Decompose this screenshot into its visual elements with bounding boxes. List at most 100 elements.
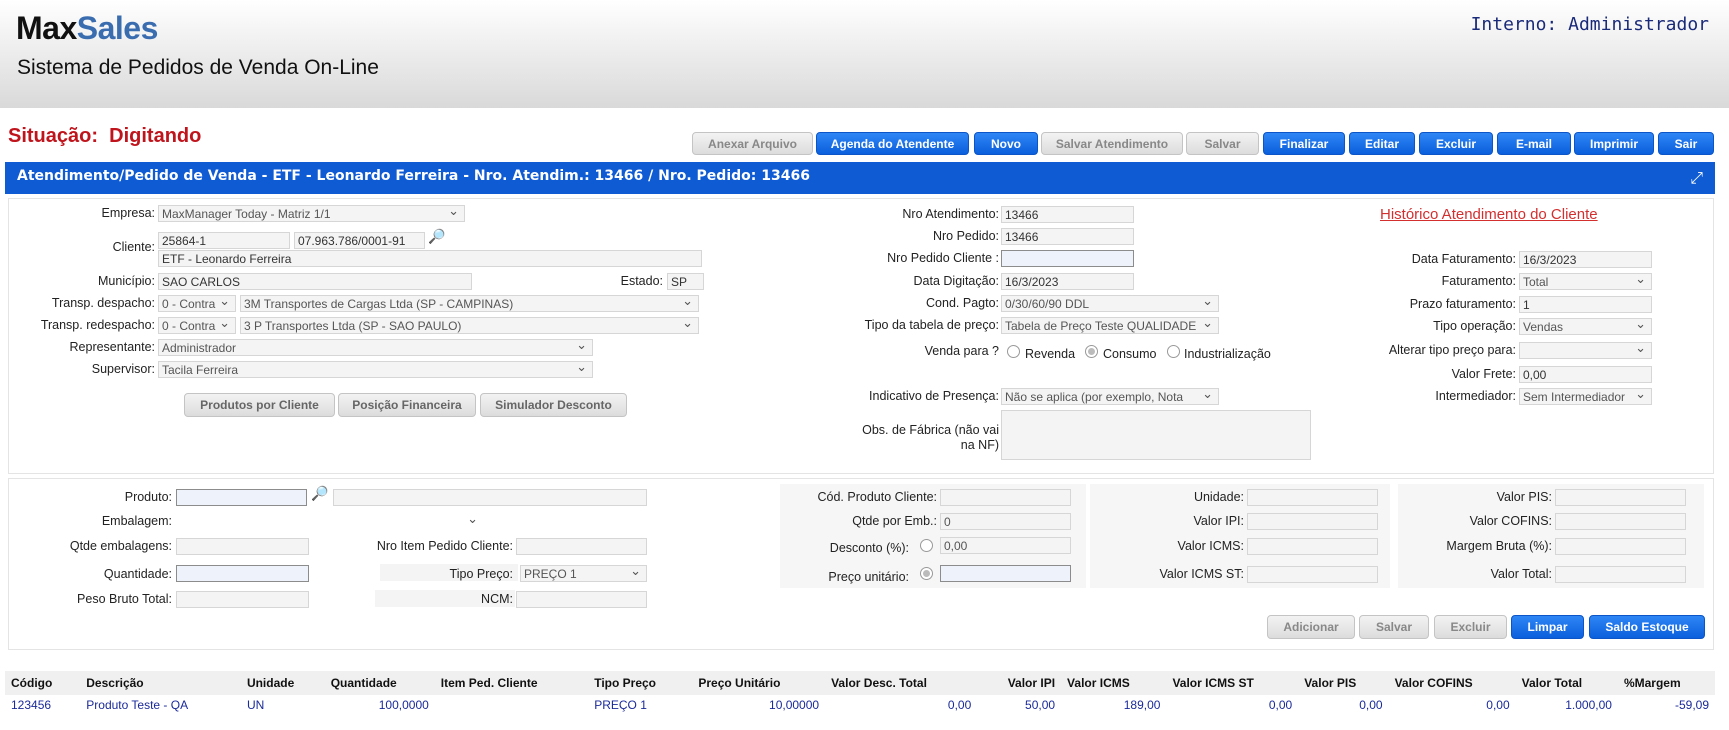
search-client-icon[interactable]: 🔎 (428, 228, 445, 245)
revenda-radio[interactable] (1007, 345, 1020, 358)
consumo-label: Consumo (1103, 347, 1157, 361)
cond-pagto-select[interactable]: 0/30/60/90 DDL (1001, 295, 1219, 312)
expand-icon[interactable]: ⤢ (1690, 170, 1703, 188)
desconto-field[interactable]: 0,00 (940, 537, 1071, 554)
unidade-field (1247, 489, 1378, 506)
quantidade-input[interactable] (176, 565, 309, 582)
finalize-button[interactable]: Finalizar (1263, 132, 1345, 155)
supervisor-label: Supervisor: (91, 362, 155, 376)
tipo-tabela-select[interactable]: Tabela de Preço Teste QUALIDADE (1001, 317, 1219, 334)
search-product-icon[interactable]: 🔎 (311, 485, 328, 502)
intermediador-select[interactable]: Sem Intermediador (1519, 388, 1652, 405)
historico-link[interactable]: Histórico Atendimento do Cliente (1380, 206, 1598, 223)
produto-label: Produto: (124, 490, 172, 504)
municipio-label: Município: (98, 274, 155, 288)
nro-pedido-field: 13466 (1001, 228, 1134, 245)
excluir-item-button[interactable]: Excluir (1434, 615, 1507, 639)
exit-button[interactable]: Sair (1658, 132, 1714, 155)
transp-despacho-type-select[interactable]: 0 - Contra (158, 295, 236, 312)
system-title: Sistema de Pedidos de Venda On-Line (17, 56, 379, 79)
col-preco-unitario[interactable]: Preço Unitário (692, 671, 826, 695)
cell-valor-ipi: 50,00 (1025, 698, 1056, 712)
adicionar-item-button[interactable]: Adicionar (1267, 615, 1355, 639)
peso-bruto-label: Peso Bruto Total: (77, 592, 172, 606)
col-descricao[interactable]: Descrição (80, 671, 241, 695)
print-button[interactable]: Imprimir (1574, 132, 1654, 155)
cliente-code-field[interactable]: 25864-1 (158, 232, 290, 249)
salvar-item-button[interactable]: Salvar (1359, 615, 1429, 639)
col-codigo[interactable]: Código (5, 671, 81, 695)
saldo-estoque-button[interactable]: Saldo Estoque (1589, 615, 1705, 639)
col-valor-cofins[interactable]: Valor COFINS (1388, 671, 1516, 695)
col-item-ped-cliente[interactable]: Item Ped. Cliente (434, 671, 589, 695)
produtos-cliente-button[interactable]: Produtos por Cliente (184, 393, 335, 417)
nro-item-field[interactable] (516, 538, 647, 555)
representante-select[interactable]: Administrador (158, 339, 593, 356)
cell-margem: -59,09 (1674, 698, 1709, 712)
simulador-desconto-button[interactable]: Simulador Desconto (480, 393, 627, 417)
tipo-operacao-select[interactable]: Vendas (1519, 318, 1652, 335)
col-unidade[interactable]: Unidade (240, 671, 325, 695)
tipo-preco-select[interactable]: PREÇO 1 (520, 565, 647, 582)
qtde-embalagens-field[interactable] (176, 538, 309, 555)
cod-produto-cliente-field[interactable] (940, 489, 1071, 506)
indicativo-presenca-select[interactable]: Não se aplica (por exemplo, Nota (1001, 388, 1219, 405)
cell-item-ped-cliente (435, 695, 588, 715)
data-faturamento-field[interactable]: 16/3/2023 (1519, 251, 1652, 268)
email-button[interactable]: E-mail (1497, 132, 1571, 155)
table-header-row: Código Descrição Unidade Quantidade Item… (5, 671, 1715, 695)
produto-input[interactable] (176, 489, 307, 506)
valor-ipi-field (1247, 513, 1378, 530)
indicativo-presenca-label: Indicativo de Presença: (869, 389, 999, 403)
alterar-tipo-preco-select[interactable] (1519, 342, 1652, 359)
valor-total-field (1555, 566, 1686, 583)
col-margem[interactable]: %Margem (1617, 671, 1715, 695)
attach-file-button[interactable]: Anexar Arquivo (692, 132, 813, 155)
edit-button[interactable]: Editar (1349, 132, 1415, 155)
save-attendance-button[interactable]: Salvar Atendimento (1041, 132, 1183, 155)
agenda-button[interactable]: Agenda do Atendente (816, 132, 969, 155)
delete-button[interactable]: Excluir (1419, 132, 1493, 155)
preco-unitario-radio[interactable] (920, 567, 933, 580)
col-valor-icms[interactable]: Valor ICMS (1061, 671, 1167, 695)
consumo-radio[interactable] (1085, 345, 1098, 358)
col-valor-total[interactable]: Valor Total (1515, 671, 1618, 695)
col-quantidade[interactable]: Quantidade (324, 671, 435, 695)
order-title-bar: Atendimento/Pedido de Venda - ETF - Leon… (5, 162, 1715, 194)
new-button[interactable]: Novo (974, 132, 1038, 155)
valor-cofins-label: Valor COFINS: (1469, 514, 1552, 528)
posicao-financeira-button[interactable]: Posição Financeira (338, 393, 476, 417)
embalagem-select[interactable] (176, 513, 484, 530)
preco-unitario-input[interactable] (940, 565, 1071, 582)
desconto-radio[interactable] (920, 539, 933, 552)
col-valor-icms-st[interactable]: Valor ICMS ST (1166, 671, 1299, 695)
cliente-label: Cliente: (112, 240, 155, 254)
table-row[interactable]: 123456 Produto Teste - QA UN 100,0000 PR… (5, 695, 1715, 715)
cell-valor-desc-total: 0,00 (947, 698, 972, 712)
obs-fabrica-textarea[interactable] (1001, 410, 1311, 460)
nro-pedido-label: Nro Pedido: (932, 229, 999, 243)
empresa-select[interactable]: MaxManager Today - Matriz 1/1 (158, 205, 465, 222)
transp-redespacho-type-select[interactable]: 0 - Contra (158, 317, 236, 334)
cell-preco-unitario: 10,00000 (769, 698, 820, 712)
valor-frete-field[interactable]: 0,00 (1519, 366, 1652, 383)
limpar-button[interactable]: Limpar (1511, 615, 1584, 639)
save-button[interactable]: Salvar (1186, 132, 1259, 155)
order-status: Situação: Digitando (8, 125, 202, 147)
nro-pedido-cliente-input[interactable] (1001, 250, 1134, 267)
col-valor-desc-total[interactable]: Valor Desc. Total (825, 671, 978, 695)
data-digitacao-field: 16/3/2023 (1001, 273, 1134, 290)
faturamento-select[interactable]: Total (1519, 273, 1652, 290)
peso-bruto-field (176, 591, 309, 608)
cliente-cnpj-field[interactable]: 07.963.786/0001-91 (294, 232, 425, 249)
industrializacao-label: Industrialização (1184, 347, 1271, 361)
cell-unidade: UN (246, 698, 265, 712)
col-valor-pis[interactable]: Valor PIS (1298, 671, 1389, 695)
col-tipo-preco[interactable]: Tipo Preço (588, 671, 693, 695)
industrializacao-radio[interactable] (1167, 345, 1180, 358)
col-valor-ipi[interactable]: Valor IPI (977, 671, 1062, 695)
transp-redespacho-select[interactable]: 3 P Transportes Ltda (SP - SAO PAULO) (240, 317, 699, 334)
supervisor-select[interactable]: Tacila Ferreira (158, 361, 593, 378)
transp-despacho-select[interactable]: 3M Transportes de Cargas Ltda (SP - CAMP… (240, 295, 699, 312)
valor-icms-label: Valor ICMS: (1177, 539, 1244, 553)
